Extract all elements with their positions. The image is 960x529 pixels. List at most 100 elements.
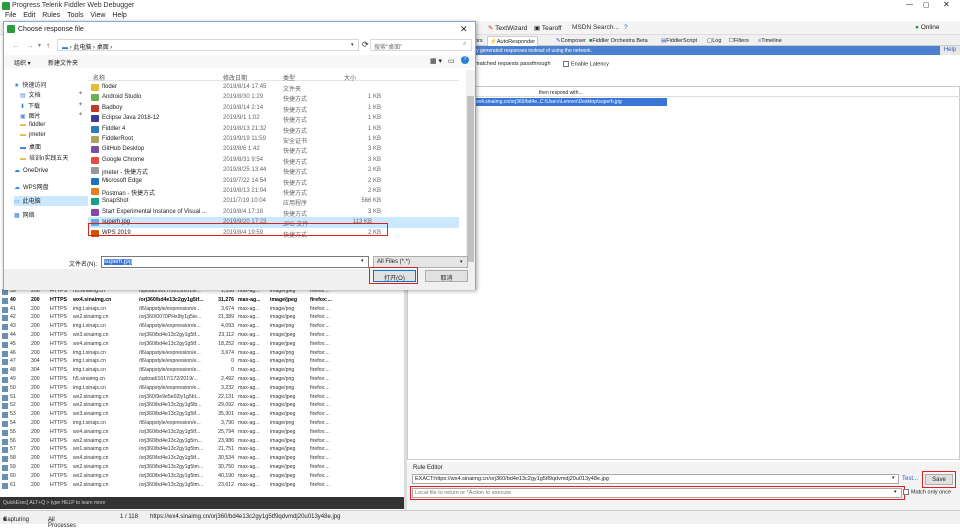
rules-grid[interactable]: then respond with... wx4.sinaimg.cn/orj3… — [407, 86, 960, 460]
address-dropdown-icon[interactable]: ▾ — [351, 42, 354, 48]
nav-item[interactable]: ▦ 网络 — [14, 210, 35, 220]
file-row[interactable]: Postman - 快捷方式 2019/8/13 21:04 快捷方式 2 KB — [88, 186, 468, 197]
session-row[interactable]: 45 200 HTTPS wx4.sinaimg.cn/orj360/bd4e13c2… — [0, 341, 404, 349]
session-row[interactable]: 60 200 HTTPS wx2.sinaimg.cn/orj360/bd4e13c2… — [0, 473, 404, 481]
filename-input[interactable]: superh.jpg — [101, 256, 369, 268]
minimize-button[interactable]: — — [906, 1, 913, 8]
file-row[interactable]: Start Experimental Instance of Visual ..… — [88, 207, 468, 218]
session-row[interactable]: 48 304 HTTPS img.t.sinajs.cn/t6/appstyle/ex… — [0, 367, 404, 375]
sessions-list[interactable]: 39 200 HTTPS h5.sinaimg.cn/upload/1017/1015… — [0, 288, 404, 496]
response-dropdown-icon[interactable]: ▾ — [894, 489, 897, 495]
nav-item[interactable]: ▭ 此电脑 — [14, 196, 88, 206]
file-row[interactable]: superh.jpg 2019/9/20 17:23 JPG 文件 113 KB — [88, 217, 459, 228]
column-size[interactable]: 大小 — [344, 73, 356, 82]
preview-pane-icon[interactable]: ▭ — [448, 57, 455, 65]
menu-view[interactable]: View — [90, 12, 105, 19]
session-row[interactable]: 61 200 HTTPS wx2.sinaimg.cn/orj360/bd4e13c2… — [0, 482, 404, 490]
close-button[interactable]: ✕ — [943, 0, 950, 9]
nav-item[interactable]: ⬇ 下载 ✦ — [20, 101, 83, 111]
tab-fiddlerscript[interactable]: ▤FiddlerScript — [659, 36, 699, 46]
tab-filters[interactable]: ☐Filters — [727, 36, 751, 46]
file-row[interactable]: WPS 2019 2019/8/4 19:59 快捷方式 2 KB — [88, 228, 468, 239]
file-row[interactable]: Android Studio 2019/8/30 1:29 快捷方式 1 KB — [88, 92, 468, 103]
forward-arrow-icon[interactable]: → — [26, 41, 34, 50]
filename-dropdown-icon[interactable]: ▾ — [361, 258, 364, 264]
help-link[interactable]: Help — [940, 46, 960, 55]
new-folder-button[interactable]: 新建文件夹 — [48, 58, 78, 67]
file-row[interactable]: Eclipse Java 2018-12 2019/9/1 1:02 快捷方式 1 K… — [88, 113, 468, 124]
quickexec-bar[interactable]: QuickExec] ALT+Q > type HELP to learn mo… — [0, 497, 404, 509]
column-type[interactable]: 类型 — [283, 73, 295, 82]
menu-help[interactable]: Help — [112, 12, 126, 19]
file-row[interactable]: Microsoft Edge 2019/7/22 14:54 快捷方式 2 KB — [88, 176, 468, 187]
rule-row[interactable]: wx4.sinaimg.cn/orj360/bd4e... C:\Users\L… — [474, 98, 667, 106]
nav-item[interactable]: ▬ fiddler — [20, 122, 45, 132]
file-row[interactable]: Fiddler 4 2019/8/13 21:32 快捷方式 1 KB — [88, 124, 468, 135]
textwizard-button[interactable]: ✎ TextWizard — [488, 24, 527, 32]
match-only-once-checkbox[interactable]: Match only once — [903, 489, 951, 495]
file-row[interactable]: GitHub Desktop 2019/8/6 1:42 快捷方式 3 KB — [88, 144, 468, 155]
session-row[interactable]: 41 200 HTTPS img.t.sinajs.cn/t6/appstyle/ex… — [0, 306, 404, 314]
file-row[interactable]: Badboy 2019/8/14 2:14 快捷方式 1 KB — [88, 103, 468, 114]
session-row[interactable]: 53 200 HTTPS wx3.sinaimg.cn/orj360/bd4e13c2… — [0, 411, 404, 419]
enable-latency-checkbox[interactable]: Enable Latency — [563, 61, 609, 67]
nav-item[interactable]: ▣ 图片 ✦ — [20, 111, 83, 121]
recent-dropdown-icon[interactable]: ▾ — [38, 42, 41, 49]
column-modified[interactable]: 修改日期 — [223, 73, 247, 82]
passthrough-option[interactable]: matched requests passthrough — [475, 61, 551, 67]
breadcrumb-desktop[interactable]: 桌面 — [97, 45, 109, 51]
session-row[interactable]: 43 200 HTTPS img.t.sinajs.cn/t6/appstyle/ex… — [0, 323, 404, 331]
session-row[interactable]: 52 200 HTTPS wx2.sinaimg.cn/orj360/bd4e13c2… — [0, 402, 404, 410]
dialog-close-button[interactable]: ✕ — [460, 24, 468, 35]
nav-item[interactable]: ▤ 文档 ✦ — [20, 90, 83, 100]
breadcrumb-pc[interactable]: 此电脑 — [73, 45, 91, 51]
session-row[interactable]: 47 304 HTTPS img.t.sinajs.cn/t6/appstyle/ex… — [0, 358, 404, 366]
nav-item[interactable]: ☁ WPS网盘 — [14, 182, 49, 192]
help-circle-icon[interactable]: ? — [624, 24, 628, 31]
menu-file[interactable]: File — [5, 12, 16, 19]
session-row[interactable]: 46 200 HTTPS img.t.sinajs.cn/t6/appstyle/ex… — [0, 350, 404, 358]
session-row[interactable]: 56 200 HTTPS wx2.sinaimg.cn/orj360/bd4e13c2… — [0, 438, 404, 446]
session-row[interactable]: 49 200 HTTPS h5.sinaimg.cn/upload/1017/172/… — [0, 376, 404, 384]
session-row[interactable]: 51 200 HTTPS wx2.sinaimg.cn/orj360/9e9e5e02… — [0, 394, 404, 402]
msdn-search-input[interactable]: MSDN Search... — [572, 24, 619, 31]
session-row[interactable]: 42 200 HTTPS wx2.sinaimg.cn/orj360/0070PHs9… — [0, 314, 404, 322]
help-icon[interactable]: ? — [461, 56, 469, 64]
nav-item[interactable]: ★ 快速访问 — [14, 80, 46, 90]
save-button[interactable]: Save — [925, 474, 953, 485]
open-button[interactable]: 打开(O) — [373, 270, 416, 282]
scrollbar-thumb[interactable] — [467, 96, 474, 262]
menu-rules[interactable]: Rules — [42, 12, 60, 19]
file-list-scrollbar[interactable] — [466, 70, 475, 269]
cancel-button[interactable]: 取消 — [425, 270, 468, 282]
session-row[interactable]: 58 200 HTTPS wx4.sinaimg.cn/orj360/bd4e13c2… — [0, 455, 404, 463]
address-bar[interactable]: ▬ › 此电脑 › 桌面 › — [57, 39, 359, 51]
file-row[interactable]: Google Chrome 2019/8/31 9:54 快捷方式 3 KB — [88, 155, 468, 166]
search-input[interactable]: 搜索"桌面" ⌕ — [370, 39, 472, 51]
session-row[interactable]: 55 200 HTTPS wx4.sinaimg.cn/orj360/bd4e13c2… — [0, 429, 404, 437]
file-row[interactable]: FiddlerRoot 2019/9/19 11:59 安全证书 1 KB — [88, 134, 468, 145]
file-row[interactable]: floder 2019/8/14 17:45 文件夹 — [88, 82, 468, 93]
menu-edit[interactable]: Edit — [23, 12, 35, 19]
response-input[interactable]: Local file to return or *Action to execu… — [412, 488, 902, 498]
session-row[interactable]: 44 200 HTTPS wx3.sinaimg.cn/orj360/bd4e13c2… — [0, 332, 404, 340]
nav-item[interactable]: ☁ OneDrive — [14, 167, 48, 177]
tab-orchestra[interactable]: ■Fiddler Orchestra Beta — [587, 36, 650, 46]
tab-timeline[interactable]: ≡Timeline — [756, 36, 784, 46]
tab-log[interactable]: ▢Log — [705, 36, 723, 46]
rule-match-input[interactable]: EXACT:https://wx4.sinaimg.cn/orj360/bd4e… — [412, 474, 899, 484]
file-type-select[interactable]: All Files (*.*) ▾ — [373, 256, 468, 268]
tearoff-button[interactable]: ▣ Tearoff — [534, 24, 562, 32]
view-options-icon[interactable]: ▦ ▾ — [430, 57, 442, 65]
tab-autoresponder[interactable]: ⚡AutoResponder — [487, 36, 539, 46]
session-row[interactable]: 59 200 HTTPS wx2.sinaimg.cn/orj360/bd4e13c2… — [0, 464, 404, 472]
back-arrow-icon[interactable]: ← — [12, 41, 20, 50]
file-list[interactable]: 名称 修改日期 类型 大小 floder 2019/8/14 17:45 文件夹 An… — [88, 70, 459, 269]
nav-item[interactable]: ▬ 桌面 — [20, 142, 41, 152]
refresh-icon[interactable]: ⟳ — [362, 40, 369, 49]
column-name[interactable]: 名称 — [93, 73, 105, 82]
file-row[interactable]: jmeter - 快捷方式 2019/8/25 13:44 快捷方式 2 KB — [88, 165, 468, 176]
up-arrow-icon[interactable]: ↑ — [46, 41, 50, 50]
organize-button[interactable]: 组织 ▾ — [14, 58, 31, 67]
session-row[interactable]: 40 200 HTTPS wx4.sinaimg.cn/orj360/bd4e13c2… — [0, 297, 404, 305]
